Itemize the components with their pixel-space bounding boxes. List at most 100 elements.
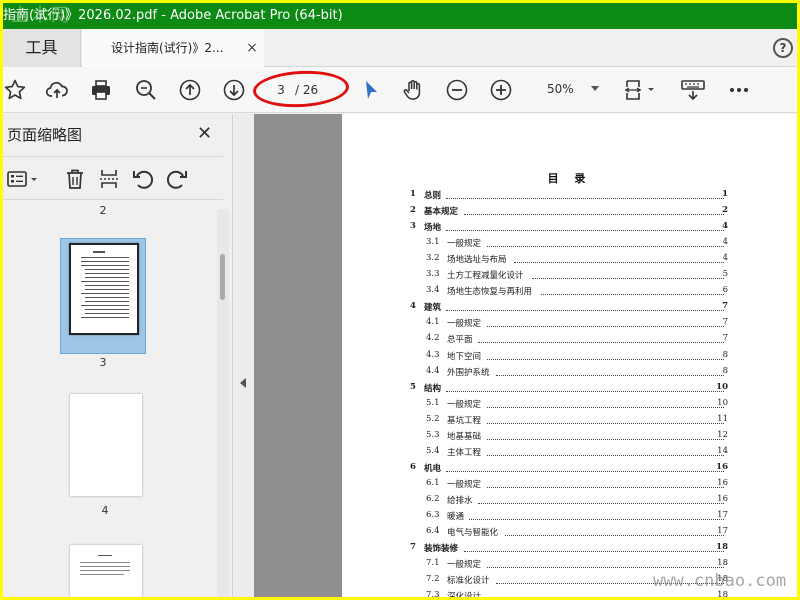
more-icon[interactable] xyxy=(727,78,751,102)
toc-entry[interactable]: 6.4 电气与智能化 17 xyxy=(342,526,797,538)
zoom-value: 50% xyxy=(547,82,574,96)
scrollbar-thumb[interactable] xyxy=(220,254,225,300)
toc-page-number: 1 xyxy=(722,189,728,199)
toc-entry[interactable]: 5 结构 10 xyxy=(342,382,797,394)
toc-number: 5.4 xyxy=(426,445,440,456)
main-toolbar: 3 / 26 50% xyxy=(3,67,797,113)
toc-number: 6.3 xyxy=(426,510,440,520)
toc-leader-dots xyxy=(514,262,724,264)
toc-entry[interactable]: 5.1 一般规定 10 xyxy=(342,398,797,410)
toc-entry[interactable]: 3.3 土方工程减量化设计 5 xyxy=(342,269,797,281)
zoom-in-icon[interactable] xyxy=(489,78,513,102)
toc-number: 5.1 xyxy=(426,397,440,408)
toc-entry[interactable]: 5.3 地基基础 12 xyxy=(342,430,797,442)
zoom-search-icon[interactable] xyxy=(134,78,158,102)
toc-entry[interactable]: 3.1 一般规定 4 xyxy=(342,237,797,249)
toc-entry[interactable]: 4.3 地下空间 8 xyxy=(342,350,797,362)
document-viewport[interactable]: 目 录 1 总则 1 2 基本规定 2 3 场地 4 3.1 一般规定 4 3.2 场地选址与布局 4 3.3… xyxy=(254,114,797,597)
toc-entry[interactable]: 4.1 一般规定 7 xyxy=(342,317,797,329)
thumbnail-label: 3 xyxy=(99,356,107,369)
toc-heading: 场地生态恢复与再利用 xyxy=(447,287,533,298)
tab-document[interactable]: 设计指南(试行)》2... xyxy=(82,29,264,67)
toc-entry[interactable]: 7.3 深化设计 18 xyxy=(342,590,797,597)
toc-page-number: 7 xyxy=(722,333,728,344)
toc-leader-dots xyxy=(496,374,724,376)
toc-heading: 结构 xyxy=(424,383,442,394)
toc-number: 2 xyxy=(410,205,416,216)
toc-heading: 场地 xyxy=(424,223,442,234)
page-down-icon[interactable] xyxy=(222,78,246,102)
toc-leader-dots xyxy=(446,390,724,392)
help-icon[interactable]: ? xyxy=(773,38,793,58)
toc-entry[interactable]: 4.2 总平面 7 xyxy=(342,333,797,345)
collapse-arrow-icon[interactable] xyxy=(240,378,246,388)
toc-entry[interactable]: 6 机电 16 xyxy=(342,462,797,474)
toc-number: 6.1 xyxy=(426,477,440,488)
toc-leader-dots xyxy=(487,438,724,440)
toc-number: 4.3 xyxy=(426,349,440,360)
rotate-right-icon[interactable] xyxy=(165,167,189,191)
toc-entry[interactable]: 2 基本规定 2 xyxy=(342,205,797,217)
toc-heading: 一般规定 xyxy=(447,239,482,250)
toc-entry[interactable]: 6.3 暖通 17 xyxy=(342,510,797,522)
toc-heading: 地下空间 xyxy=(447,351,482,362)
toc-page-number: 8 xyxy=(722,365,728,376)
toc-entry[interactable]: 6.1 一般规定 16 xyxy=(342,478,797,490)
toc-entry[interactable]: 5.4 主体工程 14 xyxy=(342,446,797,458)
toc-entry[interactable]: 3 场地 4 xyxy=(342,221,797,233)
print-icon[interactable] xyxy=(89,78,113,102)
toc-heading: 土方工程减量化设计 xyxy=(447,271,524,282)
panel-splitter[interactable] xyxy=(234,114,254,597)
toc-heading: 总则 xyxy=(424,191,442,201)
toc-page-number: 4 xyxy=(722,221,728,232)
toc-entry[interactable]: 7.1 一般规定 18 xyxy=(342,558,797,570)
keyboard-scroll-icon[interactable] xyxy=(679,78,707,102)
page-up-icon[interactable] xyxy=(178,78,202,102)
toc-leader-dots xyxy=(487,246,724,248)
toc-entry[interactable]: 3.2 场地选址与布局 4 xyxy=(342,253,797,265)
cloud-upload-icon[interactable] xyxy=(45,78,69,102)
toc-number: 3.3 xyxy=(426,269,440,280)
star-icon[interactable] xyxy=(3,78,27,102)
select-arrow-icon[interactable] xyxy=(359,78,383,102)
insert-page-icon[interactable] xyxy=(97,167,121,191)
toc-page-number: 17 xyxy=(717,526,728,537)
toc-entry[interactable]: 6.2 给排水 16 xyxy=(342,494,797,506)
thumbnail-page-3[interactable] xyxy=(69,243,139,335)
toc-number: 4.2 xyxy=(426,333,440,344)
toc-entry[interactable]: 4 建筑 7 xyxy=(342,301,797,313)
toc-page-number: 8 xyxy=(722,349,728,360)
toc-leader-dots xyxy=(446,198,724,199)
toc-entry[interactable]: 4.4 外围护系统 8 xyxy=(342,366,797,378)
toc-entry[interactable]: 5.2 基坑工程 11 xyxy=(342,414,797,426)
toc-heading: 给排水 xyxy=(447,495,473,506)
zoom-out-icon[interactable] xyxy=(445,78,469,102)
toc-leader-dots xyxy=(487,406,724,408)
close-icon[interactable]: ✕ xyxy=(197,123,212,144)
toc-entry[interactable]: 3.4 场地生态恢复与再利用 6 xyxy=(342,285,797,297)
toc-entry[interactable]: 7 装饰装修 18 xyxy=(342,542,797,554)
toc-heading: 一般规定 xyxy=(447,479,482,490)
toc-heading: 一般规定 xyxy=(447,399,482,410)
thumbnail-scrollbar[interactable] xyxy=(217,209,229,597)
toc-heading: 基坑工程 xyxy=(447,415,482,426)
trash-icon[interactable] xyxy=(63,167,87,191)
rotate-left-icon[interactable] xyxy=(131,167,155,191)
toc-page-number: 7 xyxy=(722,301,728,312)
tab-close-icon[interactable]: × xyxy=(245,41,259,55)
thumbnail-page-5[interactable] xyxy=(70,545,142,597)
site-watermark-bottom: www.cnbao.com xyxy=(653,571,787,591)
thumbnail-options-icon[interactable] xyxy=(5,167,41,191)
toc-number: 7.1 xyxy=(426,558,440,569)
zoom-dropdown[interactable]: 50% xyxy=(533,79,605,101)
hand-icon[interactable] xyxy=(401,78,425,102)
toc-page-number: 5 xyxy=(722,269,728,280)
toc-heading: 深化设计 xyxy=(447,590,481,597)
toc-number: 6 xyxy=(410,461,416,472)
toc-entry[interactable]: 1 总则 1 xyxy=(342,189,797,201)
tab-tools[interactable]: 工具 xyxy=(3,29,81,67)
page-fit-icon[interactable] xyxy=(623,78,657,102)
toc-leader-dots xyxy=(487,358,724,360)
thumbnail-page-4[interactable] xyxy=(70,394,142,496)
toc-heading: 基本规定 xyxy=(424,207,459,218)
